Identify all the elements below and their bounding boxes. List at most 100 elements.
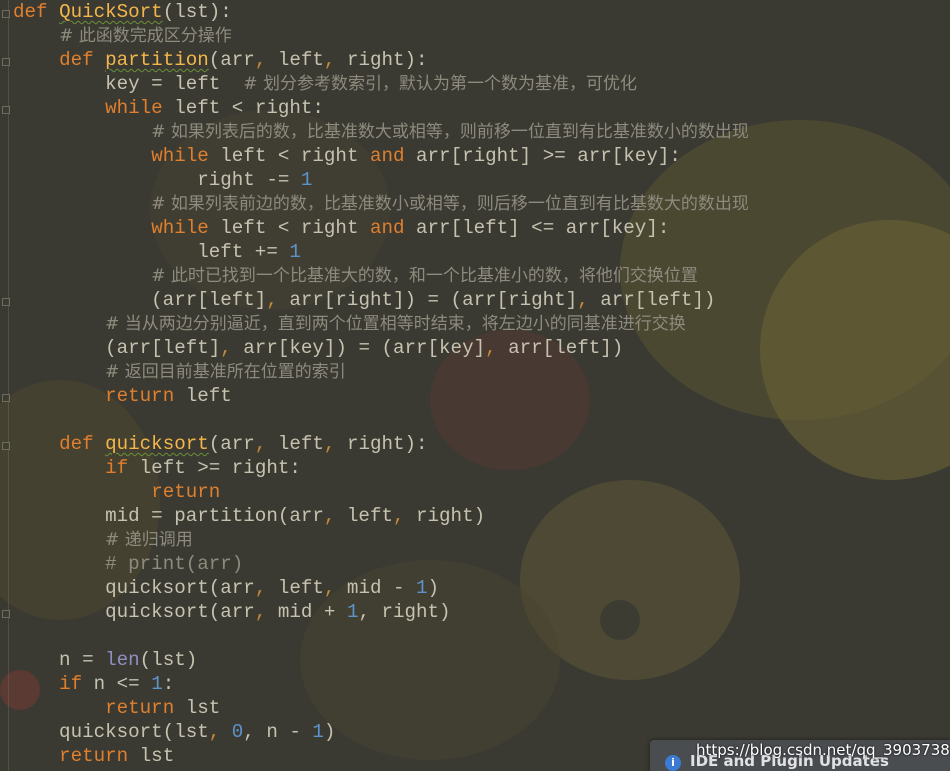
code-token: def — [59, 49, 94, 71]
code-token: , — [254, 49, 267, 71]
code-token: , — [358, 601, 370, 623]
code-token: 1 — [289, 241, 301, 263]
fold-marker-icon[interactable] — [2, 58, 10, 66]
code-token: return — [105, 385, 175, 407]
code-token: mid - — [335, 577, 417, 599]
code-editor[interactable]: def QuickSort(lst): # 此函数完成区分操作 def part… — [13, 0, 943, 771]
code-line[interactable]: if n <= 1: — [13, 672, 943, 696]
code-token: if — [59, 673, 83, 695]
code-token: QuickSort — [59, 1, 163, 23]
code-token: def — [13, 1, 48, 23]
code-token: , — [254, 577, 267, 599]
code-token: right): — [335, 49, 428, 71]
code-token: 0 — [231, 721, 244, 743]
code-token: right -= — [13, 169, 301, 191]
code-line[interactable]: n = len(lst) — [13, 648, 943, 672]
fold-marker-icon[interactable] — [2, 610, 10, 618]
code-line[interactable]: mid = partition(arr, left, right) — [13, 504, 943, 528]
code-token: lst — [174, 697, 221, 719]
code-token: , — [220, 337, 232, 359]
code-line[interactable]: (arr[left], arr[right]) = (arr[right], a… — [13, 288, 943, 312]
fold-marker-icon[interactable] — [2, 394, 10, 402]
code-token: left — [266, 577, 324, 599]
fold-marker-icon[interactable] — [2, 10, 10, 18]
fold-marker-icon[interactable] — [2, 442, 10, 450]
code-token: def — [59, 433, 94, 455]
code-line[interactable]: def QuickSort(lst): — [13, 0, 943, 24]
code-token: 1 — [416, 577, 428, 599]
code-token: 1 — [312, 721, 324, 743]
code-token: ) — [323, 721, 336, 743]
code-token: # 返回目前基准所在位置的索引 — [105, 362, 346, 382]
code-line[interactable]: # 递归调用 — [13, 528, 943, 552]
code-token: , — [208, 721, 221, 743]
code-line[interactable]: right -= 1 — [13, 168, 943, 192]
code-line[interactable]: return — [13, 480, 943, 504]
info-icon: i — [665, 755, 681, 771]
code-line[interactable]: # print(arr) — [13, 552, 943, 576]
code-token: left < right — [208, 217, 370, 239]
code-token: left — [335, 505, 393, 527]
code-line[interactable]: # 此时已找到一个比基准大的数，和一个比基准小的数，将他们交换位置 — [13, 264, 943, 288]
code-token: ) — [427, 577, 440, 599]
code-token: , — [254, 433, 267, 455]
code-token: while — [151, 217, 209, 239]
code-line[interactable]: # 如果列表前边的数，比基准数小或相等，则后移一位直到有比基数大的数出现 — [13, 192, 943, 216]
code-line[interactable]: quicksort(arr, mid + 1, right) — [13, 600, 943, 624]
code-line[interactable]: # 此函数完成区分操作 — [13, 24, 943, 48]
code-line[interactable]: if left >= right: — [13, 456, 943, 480]
code-token: (lst): — [162, 1, 232, 23]
code-line[interactable]: # 返回目前基准所在位置的索引 — [13, 360, 943, 384]
code-line[interactable]: while left < right and arr[right] >= arr… — [13, 144, 943, 168]
code-token: quicksort(lst — [13, 721, 209, 743]
code-token: , — [323, 577, 336, 599]
code-line[interactable]: # 如果列表后的数，比基准数大或相等，则前移一位直到有比基准数小的数出现 — [13, 120, 943, 144]
code-token: arr[right] >= arr[key]: — [404, 145, 681, 167]
code-token: , — [323, 49, 336, 71]
code-token: # 如果列表后的数，比基准数大或相等，则前移一位直到有比基准数小的数出现 — [151, 122, 749, 142]
code-token: quicksort(arr — [13, 577, 255, 599]
code-line[interactable] — [13, 408, 943, 432]
code-line[interactable]: def partition(arr, left, right): — [13, 48, 943, 72]
code-line[interactable]: return lst — [13, 696, 943, 720]
code-token: while — [105, 97, 163, 119]
code-line[interactable] — [13, 624, 943, 648]
code-token: mid = partition(arr — [13, 505, 324, 527]
code-token: , — [243, 721, 255, 743]
code-token: n <= — [82, 673, 152, 695]
code-line[interactable]: return left — [13, 384, 943, 408]
code-token: n - — [254, 721, 313, 743]
fold-marker-icon[interactable] — [2, 106, 10, 114]
code-line[interactable]: (arr[left], arr[key]) = (arr[key], arr[l… — [13, 336, 943, 360]
code-token: left < right — [208, 145, 370, 167]
code-token: right) — [404, 505, 486, 527]
code-line[interactable]: while left < right: — [13, 96, 943, 120]
fold-marker-icon[interactable] — [2, 298, 10, 306]
code-line[interactable]: def quicksort(arr, left, right): — [13, 432, 943, 456]
code-line[interactable]: left += 1 — [13, 240, 943, 264]
code-token: , — [323, 433, 336, 455]
code-line[interactable]: while left < right and arr[left] <= arr[… — [13, 216, 943, 240]
code-line[interactable]: key = left # 划分参考数索引，默认为第一个数为基准，可优化 — [13, 72, 943, 96]
code-token: return — [59, 745, 129, 767]
code-token: , — [254, 601, 267, 623]
code-token: left >= right: — [128, 457, 301, 479]
code-token: 1 — [151, 673, 163, 695]
code-token: # 此函数完成区分操作 — [59, 26, 232, 46]
code-line[interactable]: quicksort(arr, left, mid - 1) — [13, 576, 943, 600]
code-token: , — [485, 337, 497, 359]
code-token: partition — [105, 49, 209, 71]
code-line[interactable]: # 当从两边分别逼近，直到两个位置相等时结束，将左边小的同基准进行交换 — [13, 312, 943, 336]
